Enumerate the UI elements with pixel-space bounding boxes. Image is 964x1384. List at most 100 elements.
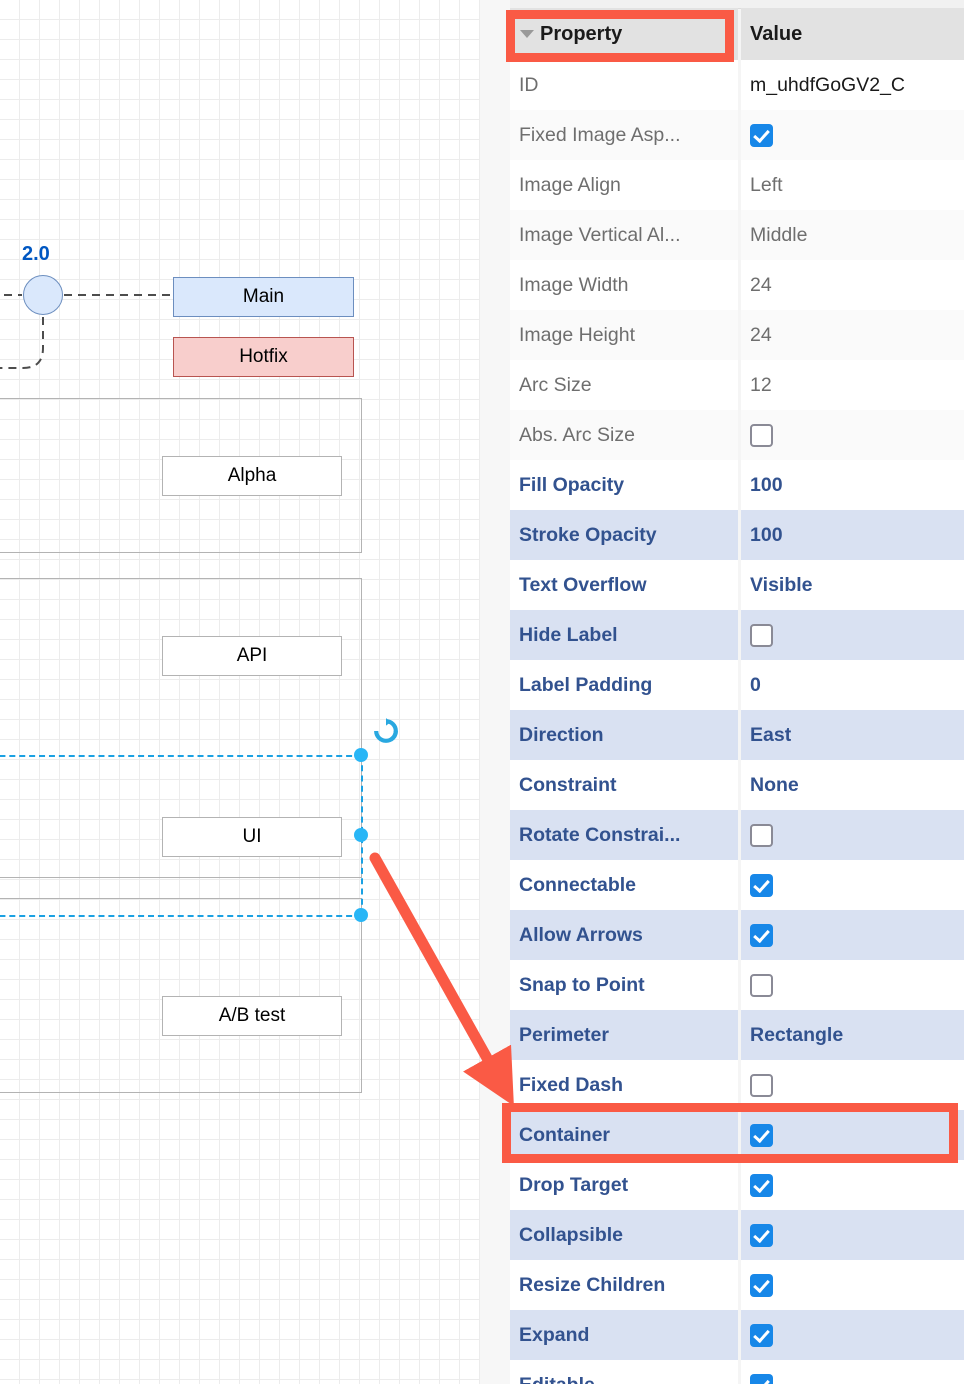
table-row[interactable]: Image Width 24 xyxy=(510,260,964,310)
shape-alpha[interactable]: Alpha xyxy=(162,456,342,496)
checkbox-unchecked[interactable] xyxy=(750,623,773,647)
checkbox-unchecked[interactable] xyxy=(750,1073,773,1097)
version-node[interactable] xyxy=(23,275,63,315)
property-value-cell[interactable] xyxy=(741,610,964,660)
table-row[interactable]: Image Align Left xyxy=(510,160,964,210)
table-row[interactable]: Hide Label xyxy=(510,610,964,660)
property-value-cell[interactable]: 12 xyxy=(741,360,964,410)
property-value-cell[interactable]: 0 xyxy=(741,660,964,710)
property-name-cell[interactable]: Rotate Constrai... xyxy=(510,810,738,860)
property-value-cell[interactable]: 24 xyxy=(741,310,964,360)
table-row[interactable]: Container xyxy=(510,1110,964,1160)
property-name-cell[interactable]: Snap to Point xyxy=(510,960,738,1010)
shape-api[interactable]: API xyxy=(162,636,342,676)
table-row[interactable]: Perimeter Rectangle xyxy=(510,1010,964,1060)
table-row[interactable]: Text Overflow Visible xyxy=(510,560,964,610)
property-name-cell[interactable]: Expand xyxy=(510,1310,738,1360)
table-row[interactable]: Stroke Opacity 100 xyxy=(510,510,964,560)
table-row[interactable]: Constraint None xyxy=(510,760,964,810)
property-value-cell[interactable] xyxy=(741,1110,964,1160)
table-row[interactable]: Expand xyxy=(510,1310,964,1360)
property-name-cell[interactable]: ID xyxy=(510,60,738,110)
property-value-cell[interactable] xyxy=(741,1160,964,1210)
table-row[interactable]: Arc Size 12 xyxy=(510,360,964,410)
property-name-cell[interactable]: Label Padding xyxy=(510,660,738,710)
property-value-cell[interactable] xyxy=(741,1360,964,1384)
property-value-cell[interactable] xyxy=(741,410,964,460)
checkbox-checked[interactable] xyxy=(750,1123,773,1147)
checkbox-checked[interactable] xyxy=(750,1323,773,1347)
property-value-cell[interactable]: None xyxy=(741,760,964,810)
table-row[interactable]: Editable xyxy=(510,1360,964,1384)
table-row[interactable]: Snap to Point xyxy=(510,960,964,1010)
table-row[interactable]: ID m_uhdfGoGV2_C xyxy=(510,60,964,110)
table-header-row[interactable]: Property Value xyxy=(510,8,964,60)
table-row[interactable]: Resize Children xyxy=(510,1260,964,1310)
property-value-cell[interactable] xyxy=(741,960,964,1010)
checkbox-checked[interactable] xyxy=(750,873,773,897)
checkbox-unchecked[interactable] xyxy=(750,423,773,447)
property-name-cell[interactable]: Perimeter xyxy=(510,1010,738,1060)
property-value-cell[interactable] xyxy=(741,910,964,960)
property-value-cell[interactable] xyxy=(741,1060,964,1110)
property-name-cell[interactable]: Stroke Opacity xyxy=(510,510,738,560)
resize-handle-middle-right[interactable] xyxy=(354,828,368,842)
table-row[interactable]: Direction East xyxy=(510,710,964,760)
property-table[interactable]: Property Value ID m_uhdfGoGV2_C Fixed Imag… xyxy=(510,8,964,1384)
property-name-cell[interactable]: Image Align xyxy=(510,160,738,210)
property-value-cell[interactable]: Middle xyxy=(741,210,964,260)
checkbox-checked[interactable] xyxy=(750,923,773,947)
property-value-cell[interactable] xyxy=(741,1260,964,1310)
property-name-cell[interactable]: Constraint xyxy=(510,760,738,810)
property-panel[interactable]: Property Value ID m_uhdfGoGV2_C Fixed Imag… xyxy=(510,0,964,1384)
table-row[interactable]: Fixed Dash xyxy=(510,1060,964,1110)
property-name-cell[interactable]: Image Vertical Al... xyxy=(510,210,738,260)
table-row[interactable]: Abs. Arc Size xyxy=(510,410,964,460)
shape-hotfix[interactable]: Hotfix xyxy=(173,337,354,377)
property-name-cell[interactable]: Resize Children xyxy=(510,1260,738,1310)
property-name-cell[interactable]: Fixed Image Asp... xyxy=(510,110,738,160)
property-value-cell[interactable] xyxy=(741,1310,964,1360)
property-value-cell[interactable] xyxy=(741,1210,964,1260)
property-value-cell[interactable]: 24 xyxy=(741,260,964,310)
table-row[interactable]: Allow Arrows xyxy=(510,910,964,960)
property-name-cell[interactable]: Abs. Arc Size xyxy=(510,410,738,460)
property-value-cell[interactable]: Visible xyxy=(741,560,964,610)
property-name-cell[interactable]: Editable xyxy=(510,1360,738,1384)
property-value-cell[interactable]: Left xyxy=(741,160,964,210)
property-value-cell[interactable]: East xyxy=(741,710,964,760)
property-name-cell[interactable]: Image Width xyxy=(510,260,738,310)
property-name-cell[interactable]: Drop Target xyxy=(510,1160,738,1210)
table-row[interactable]: Rotate Constrai... xyxy=(510,810,964,860)
header-cell-property[interactable]: Property xyxy=(510,8,738,60)
resize-handle-top-right[interactable] xyxy=(354,748,368,762)
header-cell-value[interactable]: Value xyxy=(741,8,964,60)
property-value-cell[interactable]: 100 xyxy=(741,460,964,510)
table-row[interactable]: Label Padding 0 xyxy=(510,660,964,710)
table-row[interactable]: Collapsible xyxy=(510,1210,964,1260)
id-value-field[interactable]: m_uhdfGoGV2_C xyxy=(750,73,906,97)
property-name-cell[interactable]: Collapsible xyxy=(510,1210,738,1260)
property-name-cell[interactable]: Fixed Dash xyxy=(510,1060,738,1110)
property-value-cell[interactable]: 100 xyxy=(741,510,964,560)
panel-scrollbar-track[interactable] xyxy=(488,0,506,1384)
checkbox-unchecked[interactable] xyxy=(750,823,773,847)
table-row[interactable]: Fill Opacity 100 xyxy=(510,460,964,510)
property-value-cell[interactable]: m_uhdfGoGV2_C xyxy=(741,60,964,110)
checkbox-checked[interactable] xyxy=(750,1173,773,1197)
diagram-canvas[interactable]: 2.0 Main Hotfix Alpha API UI A/B test xyxy=(0,0,481,1384)
checkbox-unchecked[interactable] xyxy=(750,973,773,997)
property-name-cell[interactable]: Fill Opacity xyxy=(510,460,738,510)
property-value-cell[interactable] xyxy=(741,860,964,910)
property-name-cell[interactable]: Image Height xyxy=(510,310,738,360)
checkbox-checked[interactable] xyxy=(750,123,773,147)
property-value-cell[interactable] xyxy=(741,810,964,860)
checkbox-checked[interactable] xyxy=(750,1273,773,1297)
table-row[interactable]: Image Height 24 xyxy=(510,310,964,360)
rotate-icon[interactable] xyxy=(372,717,400,745)
property-name-cell[interactable]: Container xyxy=(510,1110,738,1160)
checkbox-checked[interactable] xyxy=(750,1223,773,1247)
table-row[interactable]: Drop Target xyxy=(510,1160,964,1210)
chevron-down-icon[interactable] xyxy=(520,30,534,38)
shape-main[interactable]: Main xyxy=(173,277,354,317)
